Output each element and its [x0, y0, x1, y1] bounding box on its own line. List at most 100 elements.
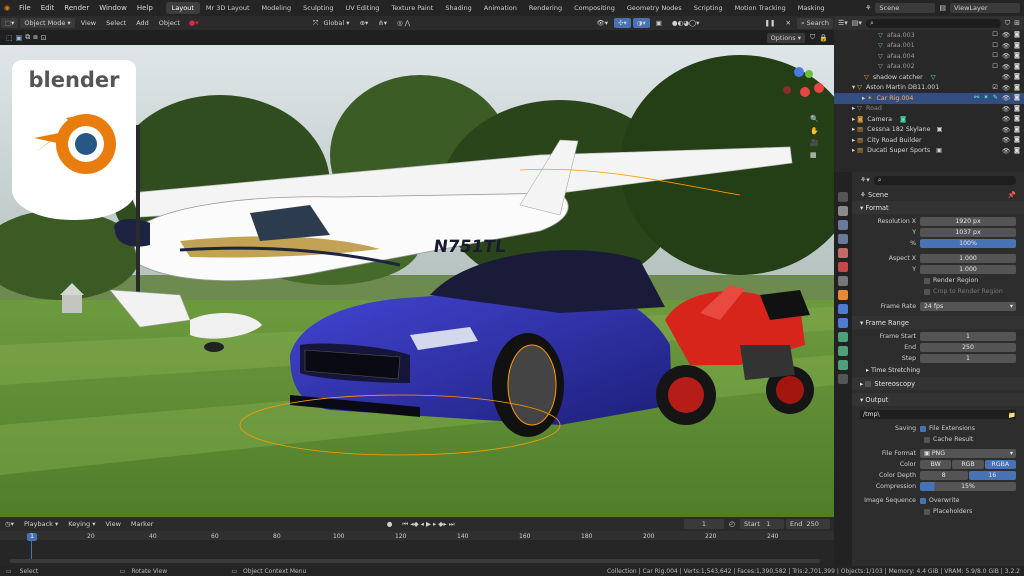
checkbox-icon[interactable]	[924, 288, 930, 295]
checkbox-icon[interactable]	[920, 497, 926, 504]
stereoscopy-panel-header[interactable]: ▸ Stereoscopy	[852, 377, 1024, 390]
outliner-row[interactable]: ▽ afaa.004 ☐ 👁 ◙	[834, 51, 1024, 62]
aspect-y-field[interactable]: Y 1.000	[852, 264, 1024, 275]
expand-arrow-icon[interactable]: ▸	[852, 116, 855, 123]
frame-start-field[interactable]: Start 1	[740, 519, 785, 529]
menu-select[interactable]: Select	[102, 18, 130, 28]
world-tab-icon[interactable]	[838, 262, 848, 272]
workspace-tab-geonodes[interactable]: Geometry Nodes	[621, 2, 688, 14]
menu-add[interactable]: Add	[132, 18, 153, 28]
checkbox-icon[interactable]	[924, 508, 930, 515]
menu-timeline-view[interactable]: View	[101, 519, 124, 529]
tool-tab-icon[interactable]	[838, 192, 848, 202]
eye-icon[interactable]: 👁	[1002, 115, 1010, 123]
resolution-x-field[interactable]: Resolution X 1920 px	[852, 216, 1024, 227]
camera-lock-icon[interactable]: 🔒	[819, 34, 828, 42]
workspace-tab-compositing[interactable]: Compositing	[568, 2, 621, 14]
expand-arrow-icon[interactable]: ▸	[852, 126, 855, 133]
camera-icon[interactable]: ◙	[1014, 31, 1020, 39]
pivot-icon[interactable]: ⊕▾	[356, 18, 373, 28]
viewlayer-selector[interactable]: ViewLayer	[950, 3, 1020, 13]
depth-8-option[interactable]: 8	[920, 470, 968, 481]
proportional-icon[interactable]: ◎ ⋀	[393, 18, 414, 28]
frame-range-panel-header[interactable]: ▾ Frame Range	[852, 316, 1024, 329]
checkbox-icon[interactable]	[924, 277, 930, 284]
modifier-tab-icon[interactable]	[838, 304, 848, 314]
record-icon[interactable]: ●	[383, 519, 397, 529]
mode-subtract-icon[interactable]: ⧈	[33, 33, 37, 42]
snap-icon[interactable]: ⋔▾	[374, 18, 391, 28]
checkbox-icon[interactable]: ☐	[992, 42, 998, 50]
outliner-row[interactable]: ▾ ▽ Aston Martin DB11.001 ☑ 👁 ◙	[834, 83, 1024, 94]
outliner-display-icon[interactable]: ▤▾	[852, 19, 862, 27]
clock-icon[interactable]: ◴	[729, 520, 735, 528]
xray-icon[interactable]: ▣	[652, 18, 666, 28]
outliner-row[interactable]: ▸ ▤ Cessna 182 Skylane ▣ 👁 ◙	[834, 125, 1024, 136]
camera-view-icon[interactable]: 🎥	[810, 139, 819, 147]
workspace-tab-modeling[interactable]: Modeling	[256, 2, 298, 14]
checkbox-icon[interactable]: ☐	[992, 52, 998, 60]
menu-view[interactable]: View	[77, 18, 100, 28]
resolution-y-field[interactable]: Y 1037 px	[852, 227, 1024, 238]
checkbox-icon[interactable]	[865, 380, 872, 387]
gizmo-toggle-icon[interactable]: ✣▾	[614, 18, 631, 28]
format-panel-header[interactable]: ▾ Format	[852, 201, 1024, 214]
mode-new-icon[interactable]: ▣	[16, 34, 23, 42]
crop-region-checkbox[interactable]: Crop to Render Region	[852, 286, 1024, 297]
data-tab-icon[interactable]	[838, 346, 848, 356]
color-mode-selector[interactable]: Color BW RGB RGBA	[852, 459, 1024, 470]
overlay-icon[interactable]: ◑▾	[632, 18, 650, 28]
checkbox-icon[interactable]: ☐	[992, 63, 998, 71]
timeline-scrollbar[interactable]	[10, 559, 820, 563]
mode-extend-icon[interactable]: ⧉	[25, 33, 30, 42]
outliner-row-selected[interactable]: ▸ ✶ Car Rig.004 ⚯ ✶ ✎ 👁 ◙	[834, 93, 1024, 104]
options-dropdown[interactable]: Options ▾	[766, 32, 806, 43]
render-tab-icon[interactable]	[838, 206, 848, 216]
output-panel-header[interactable]: ▾ Output	[852, 393, 1024, 406]
expand-arrow-icon[interactable]: ▸	[852, 105, 855, 112]
checkbox-icon[interactable]: ☐	[992, 31, 998, 39]
checkbox-icon[interactable]	[924, 436, 930, 443]
playback-controls[interactable]: ⏮ ◂◆ ◂ ▶ ▸ ◆▸ ⏭	[398, 519, 458, 530]
outliner-editor-icon[interactable]: ☰▾	[838, 19, 848, 27]
eye-icon[interactable]: 👁	[1002, 94, 1010, 102]
overwrite-checkbox[interactable]: Image Sequence Overwrite	[852, 495, 1024, 506]
viewlayer-tab-icon[interactable]	[838, 234, 848, 244]
object-mode-dropdown[interactable]: Object Mode ▾	[20, 18, 75, 28]
collection-tab-icon[interactable]	[838, 276, 848, 286]
camera-icon[interactable]: ◙	[1014, 105, 1020, 113]
camera-icon[interactable]: ◙	[1014, 42, 1020, 50]
render-region-checkbox[interactable]: Render Region	[852, 275, 1024, 286]
checkbox-icon[interactable]: ☑	[992, 84, 998, 92]
folder-icon[interactable]: 📁	[1008, 411, 1016, 419]
menu-file[interactable]: File	[14, 4, 36, 12]
workspace-tab-animation[interactable]: Animation	[478, 2, 523, 14]
eye-icon[interactable]: 👁	[1002, 73, 1010, 81]
blender-menu-icon[interactable]: ◉	[0, 4, 14, 12]
gizmo-icon[interactable]: ●▾	[189, 19, 199, 27]
workspace-tab-shading[interactable]: Shading	[439, 2, 477, 14]
eye-icon[interactable]: 👁	[1002, 136, 1010, 144]
compression-slider[interactable]: Compression 15%	[852, 481, 1024, 492]
properties-editor-icon[interactable]: ⚘▾	[860, 176, 870, 184]
camera-icon[interactable]: ◙	[1014, 126, 1020, 134]
menu-object[interactable]: Object	[155, 18, 184, 28]
navigation-gizmo[interactable]	[775, 60, 831, 116]
camera-icon[interactable]: ◙	[1014, 52, 1020, 60]
expand-arrow-icon[interactable]: ▾	[852, 84, 855, 91]
menu-playback[interactable]: Playback ▾	[20, 519, 62, 529]
transform-orientation-dropdown[interactable]: Global ▾	[319, 18, 353, 28]
playhead[interactable]: 1	[27, 533, 37, 541]
resolution-percent-slider[interactable]: % 100%	[852, 238, 1024, 249]
pin-icon[interactable]: 📌	[1008, 191, 1016, 199]
color-bw-option[interactable]: BW	[920, 459, 952, 470]
menu-marker[interactable]: Marker	[127, 519, 157, 529]
outliner-row[interactable]: ▸ ◙ Camera ◙ 👁 ◙	[834, 114, 1024, 125]
expand-arrow-icon[interactable]: ▸	[852, 137, 855, 144]
camera-icon[interactable]: ◙	[1014, 73, 1020, 81]
outliner-filter-icon[interactable]: ⛉	[1005, 19, 1010, 28]
outliner-row[interactable]: ▸ ▤ Ducati Super Sports ▣ 👁 ◙	[834, 146, 1024, 157]
workspace-tab-uv[interactable]: UV Editing	[339, 2, 385, 14]
workspace-tab-texture[interactable]: Texture Paint	[385, 2, 439, 14]
frame-step-field[interactable]: Step 1	[852, 353, 1024, 364]
